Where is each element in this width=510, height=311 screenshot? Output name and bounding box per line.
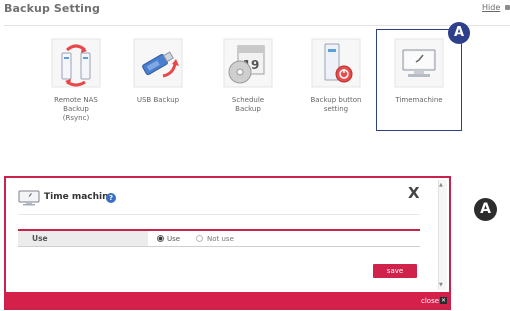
scroll-down-icon[interactable]: ▼: [439, 282, 443, 288]
backup-button-icon: [311, 38, 361, 88]
tile-selection-highlight: [376, 29, 462, 131]
tile-label: Backup button setting: [310, 96, 362, 113]
use-radio-label[interactable]: Use: [167, 235, 180, 243]
tile-label: Schedule Backup: [231, 96, 265, 113]
tile-label: Remote NAS Backup (Rsync): [54, 96, 98, 122]
use-row-label: Use: [32, 234, 48, 243]
header-divider: [4, 25, 510, 26]
close-icon[interactable]: ✕: [440, 297, 447, 304]
dialog-title-divider: [18, 214, 420, 215]
monitor-clock-icon: [18, 190, 40, 206]
dialog-title: Time machine: [44, 192, 115, 202]
remote-nas-sync-icon: [51, 38, 101, 88]
footer-close-link[interactable]: close: [421, 297, 439, 305]
form-row-divider: [18, 246, 420, 247]
close-button[interactable]: X: [408, 184, 420, 202]
not-use-radio-label[interactable]: Not use: [207, 235, 234, 243]
help-icon[interactable]: ?: [106, 193, 116, 203]
dialog-footer: [6, 292, 449, 308]
usb-backup-icon: [133, 38, 183, 88]
tile-label: USB Backup: [136, 96, 180, 104]
callout-badge: A: [448, 22, 470, 44]
use-radio[interactable]: [157, 235, 164, 242]
page-title: Backup Setting: [4, 2, 100, 15]
tile-backup-button-setting[interactable]: Backup button setting: [296, 38, 376, 128]
tile-usb-backup[interactable]: USB Backup: [118, 38, 198, 128]
dialog-scrollbar[interactable]: [438, 180, 447, 290]
hide-link[interactable]: Hide: [482, 3, 500, 12]
hide-arrow-icon[interactable]: [505, 5, 510, 10]
tile-schedule-backup[interactable]: 19 Schedule Backup: [208, 38, 288, 128]
save-button[interactable]: save: [373, 264, 417, 278]
callout-badge: A: [474, 198, 497, 221]
tile-remote-nas-backup[interactable]: Remote NAS Backup (Rsync): [36, 38, 116, 128]
scroll-up-icon[interactable]: ▲: [439, 182, 443, 188]
schedule-backup-icon: 19: [223, 38, 273, 88]
not-use-radio[interactable]: [196, 235, 203, 242]
